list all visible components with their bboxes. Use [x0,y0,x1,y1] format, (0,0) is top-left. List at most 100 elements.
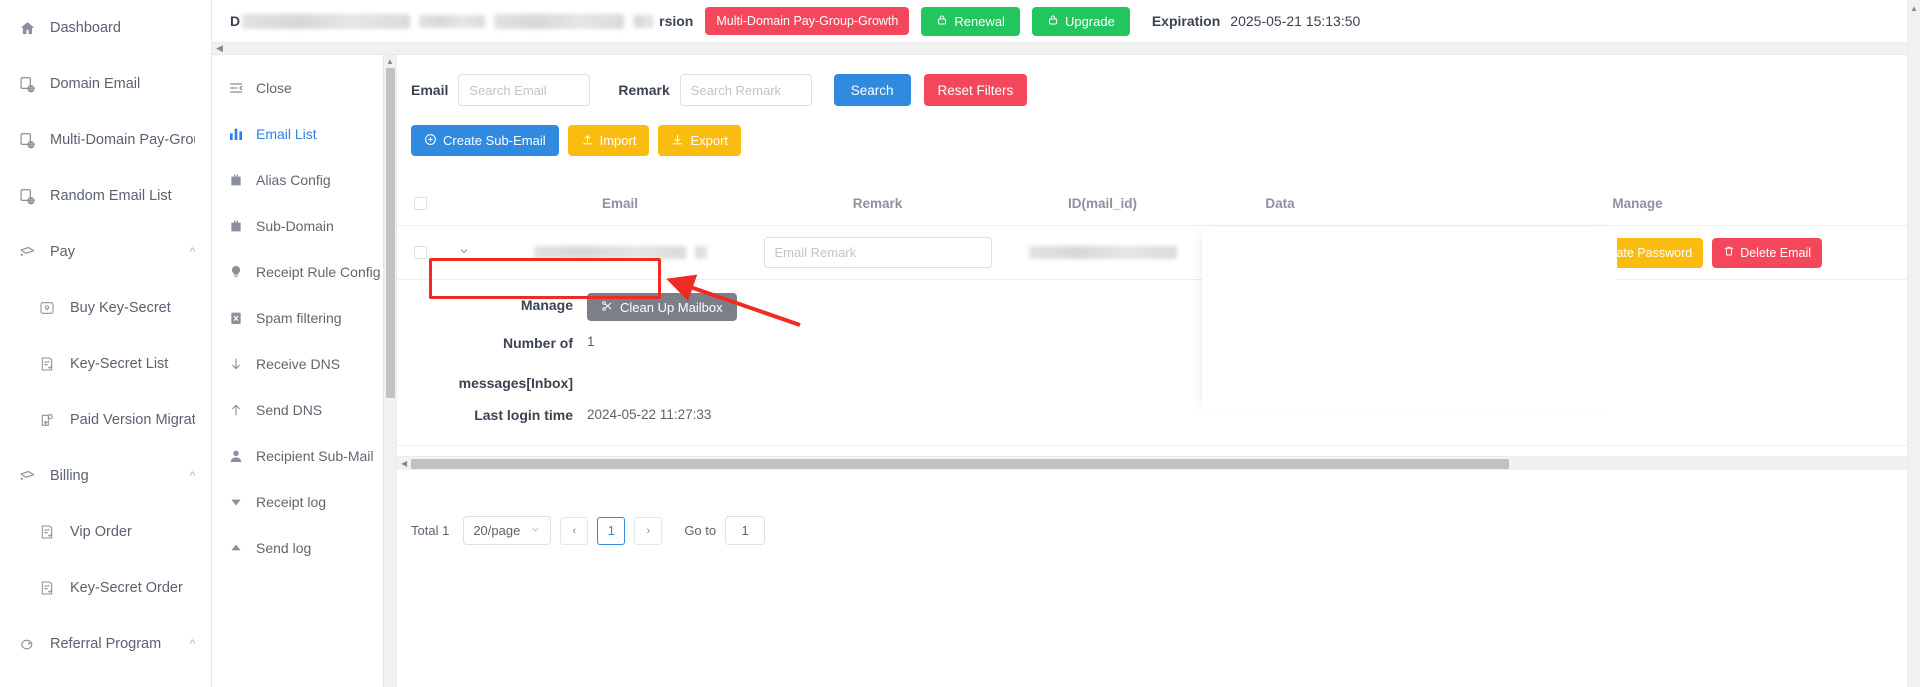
sidebar-item-random-email-list[interactable]: Random Email List [0,168,211,224]
table-scroll-left-icon[interactable]: ◀ [397,459,411,468]
plan-badge: Multi-Domain Pay-Group-Growth [705,7,910,35]
edit-icon [1577,245,1589,260]
subnav-item-receive-dns[interactable]: Receive DNS [212,341,383,387]
page-vertical-scrollbar[interactable]: ▲ [1907,0,1920,687]
sidebar-item-paid-version-migration[interactable]: Paid Version Migration [0,392,211,448]
sidebar-item-dashboard[interactable]: Dashboard [0,0,211,56]
detail-number-label-line1: Number of [503,335,573,351]
cell-email [485,246,755,259]
scrollbar-thumb[interactable] [385,68,395,398]
row-expand-cell[interactable] [443,245,485,260]
subnav-item-send-log[interactable]: Send log [212,525,383,571]
renewal-button[interactable]: Renewal [921,6,1020,36]
row-select-cell [397,246,443,259]
detail-last-login-label: Last login time [474,406,573,423]
import-label: Import [599,133,637,148]
sidebar-item-label: Key-Secret List [70,356,169,372]
header-remark: Remark [852,196,903,211]
email-filter-label: Email [411,82,449,98]
sidebar-item-domain-email[interactable]: Domain Email [0,56,211,112]
sidebar-item-label: Random Email List [50,188,172,204]
subnav-item-label: Send log [256,540,312,556]
page-size-select[interactable]: 20/page [463,516,552,546]
subnav-item-send-dns[interactable]: Send DNS [212,387,383,433]
content-vertical-scrollbar[interactable]: ▲ [384,55,397,687]
email-list-card: Email Remark Search Reset Filters [397,55,1920,687]
next-page-button[interactable]: › [634,516,663,545]
goto-label: Go to [684,523,717,539]
upgrade-button[interactable]: Upgrade [1031,6,1130,36]
top-header-bar: D rsion Multi-Domain Pay-Group-Growth Re… [212,0,1920,42]
list-icon [36,521,58,543]
enter-email-button[interactable]: Enter Email [1452,237,1557,268]
import-button[interactable]: Import [567,125,650,156]
reset-filters-button[interactable]: Reset Filters [923,74,1028,106]
subnav-item-sub-domain[interactable]: Sub-Domain [212,203,383,249]
select-all-checkbox[interactable] [413,197,427,210]
top-horizontal-scrollbar[interactable]: ◀ ▶ [212,42,1920,55]
subnav-item-spam-filtering[interactable]: Spam filtering [212,295,383,341]
sidebar-item-vip-order[interactable]: Vip Order [0,504,211,560]
bar-chart-icon [226,124,246,144]
create-sub-email-button[interactable]: Create Sub-Email [411,125,559,156]
expiration-value: 2025-05-21 15:13:50 [1230,13,1361,29]
subnav-item-label: Close [256,80,292,96]
header-email: Email [601,196,639,211]
update-password-button[interactable]: Update Password [1565,237,1704,268]
migration-icon [36,409,58,431]
sidebar-item-multi-domain-pay-group[interactable]: Multi-Domain Pay-Group [0,112,211,168]
subnav-item-receipt-rule-config[interactable]: Receipt Rule Config [212,249,383,295]
prev-page-button[interactable]: ‹ [560,516,589,545]
expiration-label: Expiration [1151,13,1221,29]
chevron-down-icon[interactable] [458,245,470,260]
sidebar-item-buy-key-secret[interactable]: Buy Key-Secret [0,280,211,336]
table-row: 2024-05-06 Enter Email [397,226,1920,280]
row-checkbox[interactable] [413,246,427,259]
email-table: Email Remark ID(mail_id) Data Manage Ema… [397,182,1920,471]
delete-email-button[interactable]: Delete Email [1712,237,1823,268]
row-remark-input[interactable] [763,237,992,268]
subnav-item-email-list[interactable]: Email List [212,111,383,157]
sidebar-item-key-secret-order[interactable]: Key-Secret Order [0,560,211,616]
sidebar-item-referral-program[interactable]: Referral Program [0,672,211,687]
sidebar-item-label: Domain Email [50,76,141,92]
subnav-item-receipt-log[interactable]: Receipt log [212,479,383,525]
detail-number-label: Number of messages[Inbox] [397,327,587,394]
scroll-up-icon[interactable]: ▲ [386,55,394,66]
subnav-item-label: Spam filtering [256,310,342,326]
row-detail-panel: Manage Clean Up Mailbox Number of messag… [397,280,1920,447]
menu-fold-icon [226,78,246,98]
search-remark-input[interactable] [679,74,812,106]
sidebar-group-referral-program[interactable]: Referral Program ^ [0,616,211,672]
search-email-input[interactable] [458,74,591,106]
clean-up-mailbox-button[interactable]: Clean Up Mailbox [587,293,737,321]
search-button[interactable]: Search [833,74,911,106]
detail-manage-row: Manage Clean Up Mailbox [397,290,1920,321]
export-button[interactable]: Export [658,125,742,156]
page-number-1[interactable]: 1 [597,516,626,545]
scroll-left-icon[interactable]: ◀ [212,44,227,53]
sidebar-item-label: Vip Order [70,524,132,540]
subnav-item-label: Alias Config [256,172,331,188]
sidebar-item-key-secret-list[interactable]: Key-Secret List [0,336,211,392]
table-header-row: Email Remark ID(mail_id) Data Manage [397,182,1920,226]
table-scrollbar-thumb[interactable] [411,458,1510,469]
chevron-down-icon [530,523,541,538]
subnav-item-recipient-sub-mail[interactable]: Recipient Sub-Mail [212,433,383,479]
subnav-item-close[interactable]: Close [212,65,383,111]
sidebar-group-pay[interactable]: Pay ^ [0,224,211,280]
header-date: Data [1265,196,1295,211]
cell-mail-id [1000,246,1205,259]
subnav-item-alias-config[interactable]: Alias Config [212,157,383,203]
page-scroll-up-icon[interactable]: ▲ [1910,0,1918,13]
domain-email-icon [16,185,38,207]
enter-email-label: Enter Email [1480,245,1546,260]
secondary-sidebar: Close Email List Alias Config Sub-Domain… [212,55,384,687]
goto-page-input[interactable] [725,516,766,546]
header-mail-id: ID(mail_id) [1067,196,1137,211]
sidebar-item-label: Multi-Domain Pay-Group [50,132,195,148]
table-horizontal-scrollbar[interactable]: ◀ ▶ [397,456,1920,471]
briefcase-icon [226,216,246,236]
plus-circle-icon [424,133,437,149]
sidebar-group-billing[interactable]: Billing ^ [0,448,211,504]
